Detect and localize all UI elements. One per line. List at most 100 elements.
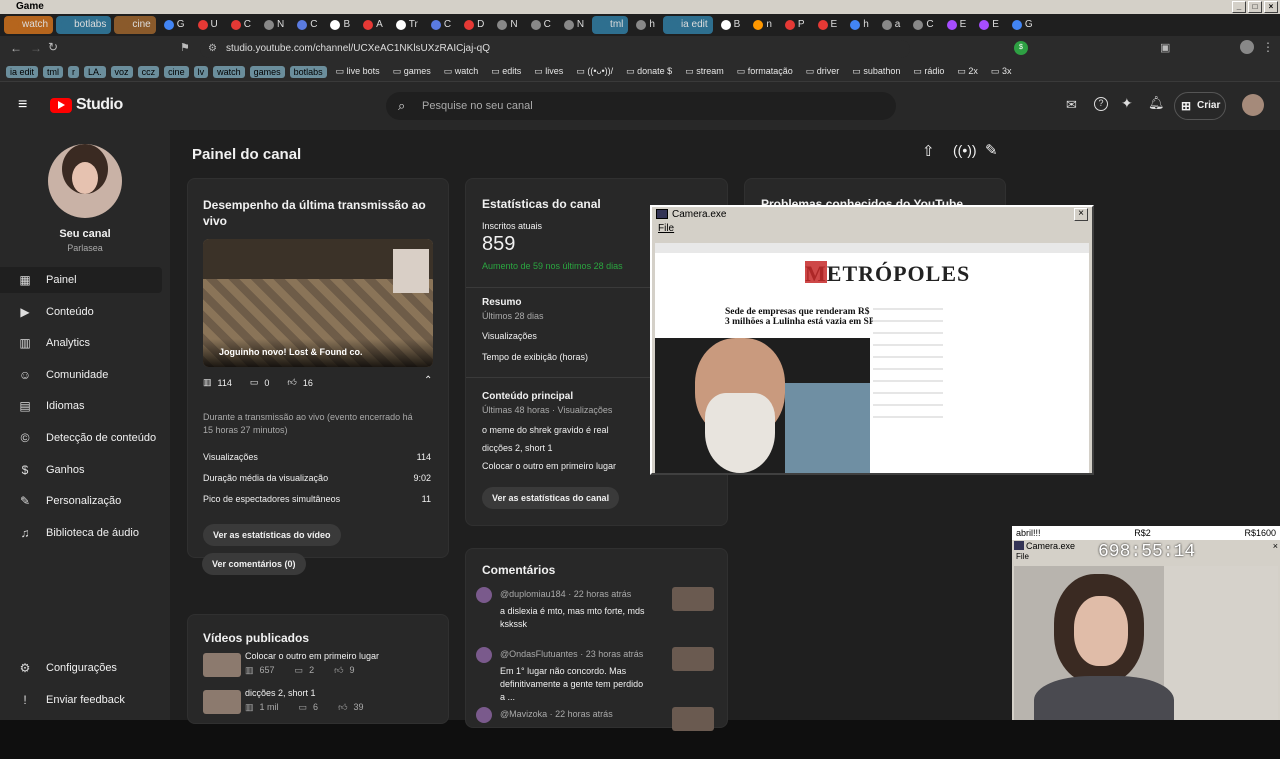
sidebar-item-biblioteca-de-udio[interactable]: ♫ Biblioteca de áudio [0, 520, 162, 546]
browser-tab[interactable]: h [631, 16, 660, 34]
top-content-item[interactable]: Colocar o outro em primeiro lugar [482, 461, 616, 471]
sidebar-item-comunidade[interactable]: ☺ Comunidade [0, 362, 162, 388]
help-icon[interactable]: ? [1094, 97, 1108, 111]
sidebar-item-personaliza-o[interactable]: ✎ Personalização [0, 488, 162, 514]
bookmark-folder[interactable]: ▭ subathon [848, 65, 904, 78]
comment-video-thumbnail[interactable] [672, 707, 714, 731]
bookmark-folder[interactable]: ▭ edits [487, 65, 525, 78]
browser-tab[interactable]: E [942, 16, 972, 34]
search-input[interactable]: ⌕ Pesquise no seu canal [386, 92, 896, 120]
sidebar-item-ganhos[interactable]: $ Ganhos [0, 457, 162, 483]
edit-post-icon[interactable]: ✎ [985, 141, 998, 159]
bookmark-pill[interactable]: botlabs [289, 65, 327, 78]
browser-tab[interactable]: D [459, 16, 489, 34]
channel-stats-button[interactable]: Ver as estatísticas do canal [482, 487, 620, 509]
reload-icon[interactable]: ↻ [48, 40, 58, 54]
messages-icon[interactable]: ✉ [1066, 97, 1077, 113]
browser-tab[interactable]: N [492, 16, 522, 34]
browser-tab[interactable]: n [748, 16, 777, 34]
minimize-button[interactable]: _ [1232, 1, 1246, 13]
sparkle-icon[interactable]: ✦ [1121, 95, 1133, 112]
bookmark-pill[interactable]: tml [43, 65, 64, 78]
upload-icon[interactable]: ⇧ [922, 142, 935, 160]
sidebar-item-detec-o-de-conte-do[interactable]: © Detecção de conteúdo [0, 425, 162, 451]
channel-avatar[interactable] [48, 144, 122, 218]
bookmark-pill[interactable]: r [68, 65, 80, 78]
go-live-icon[interactable]: ((•)) [953, 142, 977, 158]
bookmark-folder[interactable]: ▭ stream [681, 65, 728, 78]
profile-avatar[interactable] [1240, 40, 1254, 54]
browser-tab[interactable]: a [877, 16, 906, 34]
hamburger-icon[interactable]: ≡ [18, 96, 27, 114]
sidebar-item-idiomas[interactable]: ▤ Idiomas [0, 393, 162, 419]
top-content-item[interactable]: o meme do shrek gravido é real [482, 425, 609, 435]
bookmark-pill[interactable]: lv [193, 65, 209, 78]
bookmark-folder[interactable]: ▭ lives [530, 65, 567, 78]
site-info-icon[interactable]: ⚙ [208, 40, 217, 58]
studio-logo[interactable]: Studio [50, 96, 123, 114]
browser-tab[interactable]: tml [592, 16, 629, 34]
browser-tab[interactable]: N [559, 16, 589, 34]
browser-tab[interactable]: C [908, 16, 938, 34]
comment-item[interactable]: @Mavizoka · 22 horas atrás [476, 707, 716, 759]
back-icon[interactable]: ← [10, 41, 22, 55]
comment-item[interactable]: @OndasFlutuantes · 23 horas atrás Em 1° l… [476, 647, 716, 702]
browser-tab[interactable]: C [426, 16, 456, 34]
browser-tab[interactable]: botlabs [56, 16, 112, 34]
bookmark-folder[interactable]: ▭ formatação [733, 65, 797, 78]
bookmark-folder[interactable]: ▭ 2x [953, 65, 982, 78]
camera-window-2[interactable]: abril!!! R$2 R$1600 Camera.exe × File 69… [1012, 526, 1280, 720]
live-thumbnail[interactable]: Joguinho novo! Lost & Found co. [203, 239, 433, 367]
browser-tab[interactable]: N [259, 16, 289, 34]
bookmark-folder[interactable]: ▭ driver [802, 65, 844, 78]
address-input[interactable]: ⚙ studio.youtube.com/channel/UCXeAC1NKls… [200, 40, 910, 58]
bookmark-folder[interactable]: ▭ donate $ [622, 65, 676, 78]
published-video-row[interactable]: dicções 2, short 1 ▥ 1 mil ▭ 6 👍︎ 39 [203, 688, 433, 718]
sidebar-footer-item[interactable]: ⚙ Configurações [0, 655, 162, 681]
browser-tab[interactable]: C [226, 16, 256, 34]
camera2-close-button[interactable]: × [1273, 540, 1278, 552]
bookmark-folder[interactable]: ▭ ((•ᴗ•))/ [572, 65, 617, 78]
collapse-chevron-icon[interactable]: ⌃ [424, 375, 432, 386]
browser-tab[interactable]: P [780, 16, 810, 34]
camera-window-titlebar[interactable]: Camera.exe × [652, 207, 1092, 223]
browser-tab[interactable]: E [813, 16, 843, 34]
extension-icon[interactable]: $ [1014, 41, 1028, 55]
browser-tab[interactable]: h [845, 16, 874, 34]
browser-tab[interactable]: watch [4, 16, 54, 34]
bookmark-pill[interactable]: watch [213, 65, 245, 78]
bookmark-icon[interactable]: ⚑ [180, 41, 190, 54]
browser-tab[interactable]: C [292, 16, 322, 34]
comment-item[interactable]: @duplomiau184 · 22 horas atrás a dislexia… [476, 587, 716, 639]
bookmark-pill[interactable]: ia edit [6, 65, 39, 78]
top-content-item[interactable]: dicções 2, short 1 [482, 443, 553, 453]
browser-tab[interactable]: E [974, 16, 1004, 34]
sidebar-item-conte-do[interactable]: ▶ Conteúdo [0, 299, 162, 325]
bookmark-pill[interactable]: LA. [84, 65, 106, 78]
browser-tab[interactable]: U [193, 16, 223, 34]
browser-tab[interactable]: ia edit [662, 16, 713, 34]
sidebar-footer-item[interactable]: ! Enviar feedback [0, 687, 162, 713]
bookmark-folder[interactable]: ▭ rádio [909, 65, 948, 78]
bookmark-folder[interactable]: ▭ watch [440, 65, 483, 78]
published-video-row[interactable]: Colocar o outro em primeiro lugar ▥ 657 ▭ 2 👍… [203, 651, 433, 681]
create-button[interactable]: ⊞ Criar [1174, 92, 1226, 120]
sidebar-item-painel[interactable]: ▦ Painel [0, 267, 162, 293]
bookmark-pill[interactable]: ccz [137, 65, 160, 78]
camera-window[interactable]: Camera.exe × File METRÓPOLES Sede de emp… [650, 205, 1094, 475]
browser-tab[interactable]: B [716, 16, 746, 34]
maximize-button[interactable]: □ [1248, 1, 1262, 13]
camera-close-button[interactable]: × [1074, 208, 1088, 221]
bookmark-pill[interactable]: voz [110, 65, 133, 78]
sidebar-icon[interactable]: ▣ [1160, 41, 1170, 54]
video-stats-button[interactable]: Ver as estatísticas do vídeo [203, 524, 341, 546]
forward-icon[interactable]: → [30, 41, 42, 55]
browser-tab[interactable]: Tr [391, 16, 423, 34]
menu-icon[interactable]: ⋮ [1262, 40, 1274, 54]
comment-video-thumbnail[interactable] [672, 587, 714, 611]
view-comments-button[interactable]: Ver comentários (0) [202, 553, 306, 575]
comment-video-thumbnail[interactable] [672, 647, 714, 671]
camera-menu-file[interactable]: File [652, 223, 1092, 237]
bookmark-folder[interactable]: ▭ 3x [987, 65, 1016, 78]
browser-tab[interactable]: G [1007, 16, 1038, 34]
